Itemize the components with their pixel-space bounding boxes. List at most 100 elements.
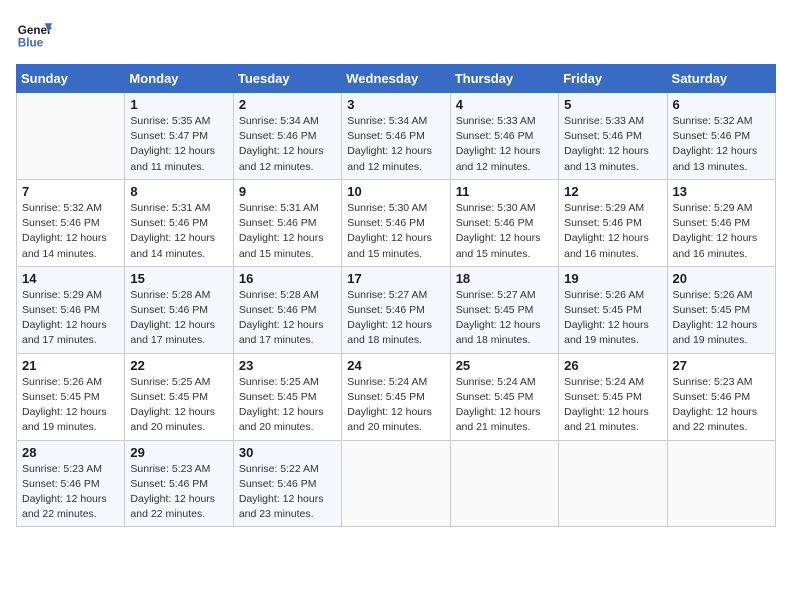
day-info: Sunrise: 5:34 AM Sunset: 5:46 PM Dayligh…: [347, 114, 444, 175]
day-info: Sunrise: 5:27 AM Sunset: 5:46 PM Dayligh…: [347, 288, 444, 349]
day-cell: 30 Sunrise: 5:22 AM Sunset: 5:46 PM Dayli…: [233, 440, 341, 527]
week-row-4: 21 Sunrise: 5:26 AM Sunset: 5:45 PM Dayli…: [17, 353, 776, 440]
logo: General Blue: [16, 16, 56, 52]
day-cell: 15 Sunrise: 5:28 AM Sunset: 5:46 PM Dayli…: [125, 266, 233, 353]
day-number: 16: [239, 271, 336, 286]
day-cell: 24 Sunrise: 5:24 AM Sunset: 5:45 PM Dayli…: [342, 353, 450, 440]
day-info: Sunrise: 5:29 AM Sunset: 5:46 PM Dayligh…: [564, 201, 661, 262]
day-cell: 4 Sunrise: 5:33 AM Sunset: 5:46 PM Daylig…: [450, 93, 558, 180]
calendar-table: SundayMondayTuesdayWednesdayThursdayFrid…: [16, 64, 776, 527]
day-info: Sunrise: 5:30 AM Sunset: 5:46 PM Dayligh…: [456, 201, 553, 262]
logo-icon: General Blue: [16, 16, 52, 52]
day-cell: 27Sunrise: 5:23 AM Sunset: 5:46 PM Dayli…: [667, 353, 775, 440]
day-cell: 9 Sunrise: 5:31 AM Sunset: 5:46 PM Daylig…: [233, 179, 341, 266]
day-info: Sunrise: 5:33 AM Sunset: 5:46 PM Dayligh…: [564, 114, 661, 175]
day-number: 21: [22, 358, 119, 373]
day-info: Sunrise: 5:27 AM Sunset: 5:45 PM Dayligh…: [456, 288, 553, 349]
day-number: 8: [130, 184, 227, 199]
day-info: Sunrise: 5:34 AM Sunset: 5:46 PM Dayligh…: [239, 114, 336, 175]
day-info: Sunrise: 5:22 AM Sunset: 5:46 PM Dayligh…: [239, 462, 336, 523]
weekday-header-thursday: Thursday: [450, 65, 558, 93]
day-number: 5: [564, 97, 661, 112]
day-cell: 1Sunrise: 5:35 AM Sunset: 5:47 PM Daylig…: [125, 93, 233, 180]
day-info: Sunrise: 5:24 AM Sunset: 5:45 PM Dayligh…: [456, 375, 553, 436]
day-number: 9: [239, 184, 336, 199]
week-row-2: 7 Sunrise: 5:32 AM Sunset: 5:46 PM Daylig…: [17, 179, 776, 266]
day-cell: 25Sunrise: 5:24 AM Sunset: 5:45 PM Dayli…: [450, 353, 558, 440]
day-cell: [342, 440, 450, 527]
day-info: Sunrise: 5:23 AM Sunset: 5:46 PM Dayligh…: [22, 462, 119, 523]
day-info: Sunrise: 5:26 AM Sunset: 5:45 PM Dayligh…: [564, 288, 661, 349]
day-cell: 20Sunrise: 5:26 AM Sunset: 5:45 PM Dayli…: [667, 266, 775, 353]
day-number: 22: [130, 358, 227, 373]
day-cell: 22 Sunrise: 5:25 AM Sunset: 5:45 PM Dayli…: [125, 353, 233, 440]
svg-text:Blue: Blue: [18, 37, 44, 50]
day-number: 29: [130, 445, 227, 460]
day-cell: 26Sunrise: 5:24 AM Sunset: 5:45 PM Dayli…: [559, 353, 667, 440]
day-cell: 28 Sunrise: 5:23 AM Sunset: 5:46 PM Dayli…: [17, 440, 125, 527]
day-info: Sunrise: 5:29 AM Sunset: 5:46 PM Dayligh…: [22, 288, 119, 349]
day-number: 27: [673, 358, 770, 373]
day-info: Sunrise: 5:28 AM Sunset: 5:46 PM Dayligh…: [239, 288, 336, 349]
day-cell: 8 Sunrise: 5:31 AM Sunset: 5:46 PM Daylig…: [125, 179, 233, 266]
day-cell: 21 Sunrise: 5:26 AM Sunset: 5:45 PM Dayli…: [17, 353, 125, 440]
day-info: Sunrise: 5:24 AM Sunset: 5:45 PM Dayligh…: [347, 375, 444, 436]
day-cell: 2 Sunrise: 5:34 AM Sunset: 5:46 PM Daylig…: [233, 93, 341, 180]
day-cell: 10 Sunrise: 5:30 AM Sunset: 5:46 PM Dayli…: [342, 179, 450, 266]
day-cell: 19 Sunrise: 5:26 AM Sunset: 5:45 PM Dayli…: [559, 266, 667, 353]
weekday-header-tuesday: Tuesday: [233, 65, 341, 93]
day-number: 1: [130, 97, 227, 112]
day-number: 19: [564, 271, 661, 286]
day-info: Sunrise: 5:26 AM Sunset: 5:45 PM Dayligh…: [22, 375, 119, 436]
day-cell: 16 Sunrise: 5:28 AM Sunset: 5:46 PM Dayli…: [233, 266, 341, 353]
weekday-header-wednesday: Wednesday: [342, 65, 450, 93]
day-info: Sunrise: 5:33 AM Sunset: 5:46 PM Dayligh…: [456, 114, 553, 175]
day-info: Sunrise: 5:25 AM Sunset: 5:45 PM Dayligh…: [130, 375, 227, 436]
day-info: Sunrise: 5:24 AM Sunset: 5:45 PM Dayligh…: [564, 375, 661, 436]
weekday-header-row: SundayMondayTuesdayWednesdayThursdayFrid…: [17, 65, 776, 93]
day-cell: 7 Sunrise: 5:32 AM Sunset: 5:46 PM Daylig…: [17, 179, 125, 266]
day-number: 23: [239, 358, 336, 373]
day-info: Sunrise: 5:29 AM Sunset: 5:46 PM Dayligh…: [673, 201, 770, 262]
weekday-header-monday: Monday: [125, 65, 233, 93]
day-cell: 14 Sunrise: 5:29 AM Sunset: 5:46 PM Dayli…: [17, 266, 125, 353]
day-number: 24: [347, 358, 444, 373]
day-number: 14: [22, 271, 119, 286]
day-info: Sunrise: 5:25 AM Sunset: 5:45 PM Dayligh…: [239, 375, 336, 436]
day-number: 20: [673, 271, 770, 286]
weekday-header-friday: Friday: [559, 65, 667, 93]
day-cell: 13 Sunrise: 5:29 AM Sunset: 5:46 PM Dayli…: [667, 179, 775, 266]
day-cell: 5 Sunrise: 5:33 AM Sunset: 5:46 PM Daylig…: [559, 93, 667, 180]
day-info: Sunrise: 5:32 AM Sunset: 5:46 PM Dayligh…: [673, 114, 770, 175]
day-number: 30: [239, 445, 336, 460]
day-info: Sunrise: 5:32 AM Sunset: 5:46 PM Dayligh…: [22, 201, 119, 262]
header: General Blue: [16, 16, 776, 52]
day-cell: 6Sunrise: 5:32 AM Sunset: 5:46 PM Daylig…: [667, 93, 775, 180]
day-info: Sunrise: 5:23 AM Sunset: 5:46 PM Dayligh…: [130, 462, 227, 523]
day-cell: [17, 93, 125, 180]
day-cell: [559, 440, 667, 527]
weekday-header-sunday: Sunday: [17, 65, 125, 93]
day-number: 18: [456, 271, 553, 286]
day-info: Sunrise: 5:28 AM Sunset: 5:46 PM Dayligh…: [130, 288, 227, 349]
day-info: Sunrise: 5:31 AM Sunset: 5:46 PM Dayligh…: [239, 201, 336, 262]
day-number: 3: [347, 97, 444, 112]
calendar-header: SundayMondayTuesdayWednesdayThursdayFrid…: [17, 65, 776, 93]
day-number: 2: [239, 97, 336, 112]
day-info: Sunrise: 5:31 AM Sunset: 5:46 PM Dayligh…: [130, 201, 227, 262]
day-number: 28: [22, 445, 119, 460]
day-cell: 17Sunrise: 5:27 AM Sunset: 5:46 PM Dayli…: [342, 266, 450, 353]
day-info: Sunrise: 5:30 AM Sunset: 5:46 PM Dayligh…: [347, 201, 444, 262]
day-number: 15: [130, 271, 227, 286]
day-cell: [667, 440, 775, 527]
day-number: 12: [564, 184, 661, 199]
day-cell: [450, 440, 558, 527]
day-cell: 3 Sunrise: 5:34 AM Sunset: 5:46 PM Daylig…: [342, 93, 450, 180]
day-number: 4: [456, 97, 553, 112]
day-number: 7: [22, 184, 119, 199]
day-cell: 18 Sunrise: 5:27 AM Sunset: 5:45 PM Dayli…: [450, 266, 558, 353]
day-number: 10: [347, 184, 444, 199]
day-cell: 12 Sunrise: 5:29 AM Sunset: 5:46 PM Dayli…: [559, 179, 667, 266]
day-number: 13: [673, 184, 770, 199]
day-cell: 23 Sunrise: 5:25 AM Sunset: 5:45 PM Dayli…: [233, 353, 341, 440]
